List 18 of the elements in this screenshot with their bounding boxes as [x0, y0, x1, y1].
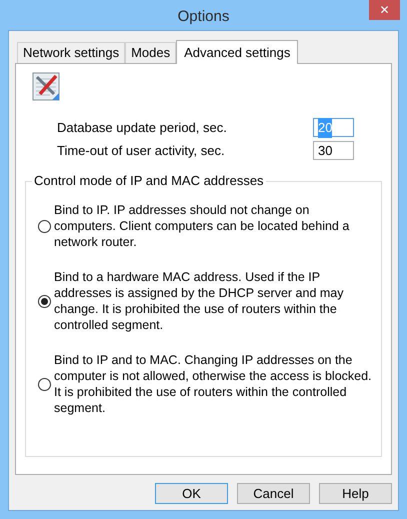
radio-button[interactable]: [38, 220, 51, 232]
window-title: Options: [178, 7, 230, 27]
tools-document-icon: [32, 72, 61, 102]
radio-label: Bind to IP. IP addresses should not change on computers. Client computers can be located behind a network router.: [54, 202, 350, 250]
tab[interactable]: Network settings: [17, 42, 126, 63]
dialog-button[interactable]: OK: [155, 483, 228, 504]
radio-button[interactable]: [38, 294, 51, 308]
tab[interactable]: Advanced settings: [176, 40, 298, 64]
dialog-button[interactable]: Cancel: [237, 483, 310, 504]
dialog-button[interactable]: Help: [319, 483, 392, 504]
radio-label: Bind to IP and to MAC. Changing IP addresses on the computer is not allowed, otherwise the access is blocked. It is prohibited the use of routers within the controlled segment.: [54, 352, 372, 416]
tab[interactable]: Modes: [125, 42, 176, 63]
radio-button[interactable]: [38, 378, 51, 390]
input-field[interactable]: 30: [313, 140, 354, 160]
field-label: Time-out of user activity, sec.: [57, 142, 225, 160]
radio-label: Bind to a hardware MAC address. Used if the IP addresses is assigned by the DHCP server and may change. It is prohibited the use of routers within the controlled segment.: [54, 269, 344, 333]
field-label: Database update period, sec.: [57, 119, 227, 137]
close-button[interactable]: ✕: [369, 0, 400, 20]
